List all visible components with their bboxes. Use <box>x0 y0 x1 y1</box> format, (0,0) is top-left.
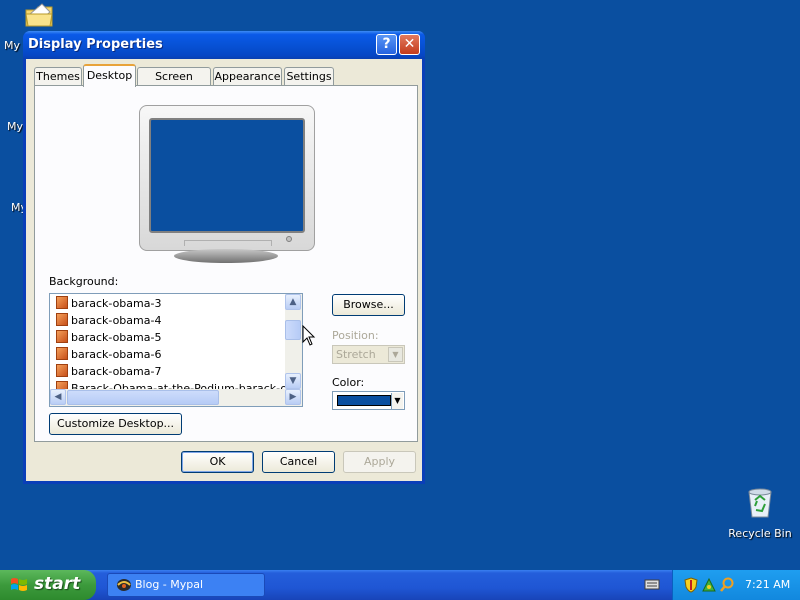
help-icon: ? <box>382 36 391 52</box>
window-title: Display Properties <box>28 37 163 52</box>
color-picker[interactable]: ▼ <box>332 391 405 410</box>
color-swatch <box>337 395 391 406</box>
monitor-preview <box>139 105 315 251</box>
folder-icon[interactable] <box>24 2 54 28</box>
recycle-bin-icon <box>748 488 772 518</box>
scroll-left-icon[interactable]: ◀ <box>50 389 66 405</box>
keyboard-icon[interactable] <box>644 577 660 591</box>
windows-logo-icon <box>11 578 27 591</box>
desktop-icon-label[interactable]: My <box>7 120 23 133</box>
monitor-bezel-slot <box>184 240 272 246</box>
tab-settings[interactable]: Settings <box>284 67 334 86</box>
system-tray: 7:21 AM <box>672 570 800 600</box>
chevron-down-icon: ▼ <box>388 347 403 362</box>
tab-screen-saver[interactable]: Screen Saver <box>137 67 211 100</box>
customize-desktop-button[interactable]: Customize Desktop... <box>49 413 182 435</box>
security-shield-icon[interactable] <box>683 577 699 593</box>
system-clock[interactable]: 7:21 AM <box>745 578 790 591</box>
title-bar[interactable]: Display Properties ? ✕ <box>23 31 425 59</box>
tab-desktop[interactable]: Desktop <box>83 64 136 87</box>
taskbar-item-label: Blog - Mypal <box>135 578 204 591</box>
taskbar: start Blog - Mypal 7:21 AM <box>0 570 800 600</box>
browse-button[interactable]: Browse... <box>332 294 405 316</box>
position-select[interactable]: Stretch ▼ <box>332 345 405 364</box>
apply-button[interactable]: Apply <box>343 451 416 473</box>
search-icon[interactable] <box>719 577 735 593</box>
image-file-icon <box>56 330 68 343</box>
close-button[interactable]: ✕ <box>399 34 420 55</box>
network-icon[interactable] <box>701 577 717 593</box>
image-file-icon <box>56 296 68 309</box>
cancel-button[interactable]: Cancel <box>262 451 335 473</box>
background-list[interactable]: barack-obama-3 barack-obama-4 barack-oba… <box>49 293 303 407</box>
start-button[interactable]: start <box>0 570 96 600</box>
display-properties-window: Display Properties ? ✕ Themes Desktop Sc… <box>23 31 425 484</box>
list-item[interactable]: barack-obama-6 <box>56 346 161 363</box>
mouse-pointer-icon <box>302 325 316 346</box>
list-item[interactable]: barack-obama-3 <box>56 295 161 312</box>
tab-themes[interactable]: Themes <box>34 67 82 86</box>
recycle-bin[interactable]: Recycle Bin <box>728 486 792 540</box>
monitor-power-icon <box>286 236 292 242</box>
vertical-scroll-thumb[interactable] <box>285 320 301 340</box>
list-item[interactable]: barack-obama-7 <box>56 363 161 380</box>
desktop-icon-label[interactable]: My <box>4 39 20 52</box>
monitor-screen <box>149 118 305 233</box>
monitor-stand <box>174 249 278 263</box>
scroll-down-icon[interactable]: ▼ <box>285 373 301 389</box>
mypal-browser-icon <box>117 579 131 591</box>
taskbar-item-blog-mypal[interactable]: Blog - Mypal <box>107 573 265 597</box>
horizontal-scrollbar[interactable]: ◀ ▶ <box>50 389 302 406</box>
image-file-icon <box>56 364 68 377</box>
list-item[interactable]: barack-obama-5 <box>56 329 161 346</box>
recycle-bin-label: Recycle Bin <box>728 527 792 540</box>
desktop-tab-panel: Background: barack-obama-3 barack-obama-… <box>34 85 418 442</box>
color-label: Color: <box>332 376 365 389</box>
chevron-down-icon: ▼ <box>391 393 403 409</box>
list-item[interactable]: barack-obama-4 <box>56 312 161 329</box>
background-label: Background: <box>49 275 119 288</box>
position-value: Stretch <box>336 348 376 361</box>
horizontal-scroll-thumb[interactable] <box>67 390 219 405</box>
scroll-up-icon[interactable]: ▲ <box>285 294 301 310</box>
tab-appearance[interactable]: Appearance <box>213 67 282 86</box>
scroll-right-icon[interactable]: ▶ <box>285 389 301 405</box>
ok-button[interactable]: OK <box>181 451 254 473</box>
position-label: Position: <box>332 329 379 342</box>
help-button[interactable]: ? <box>376 34 397 55</box>
vertical-scrollbar[interactable]: ▲ ▼ <box>285 294 302 390</box>
start-label: start <box>34 574 81 594</box>
close-icon: ✕ <box>403 36 416 52</box>
image-file-icon <box>56 313 68 326</box>
image-file-icon <box>56 347 68 360</box>
